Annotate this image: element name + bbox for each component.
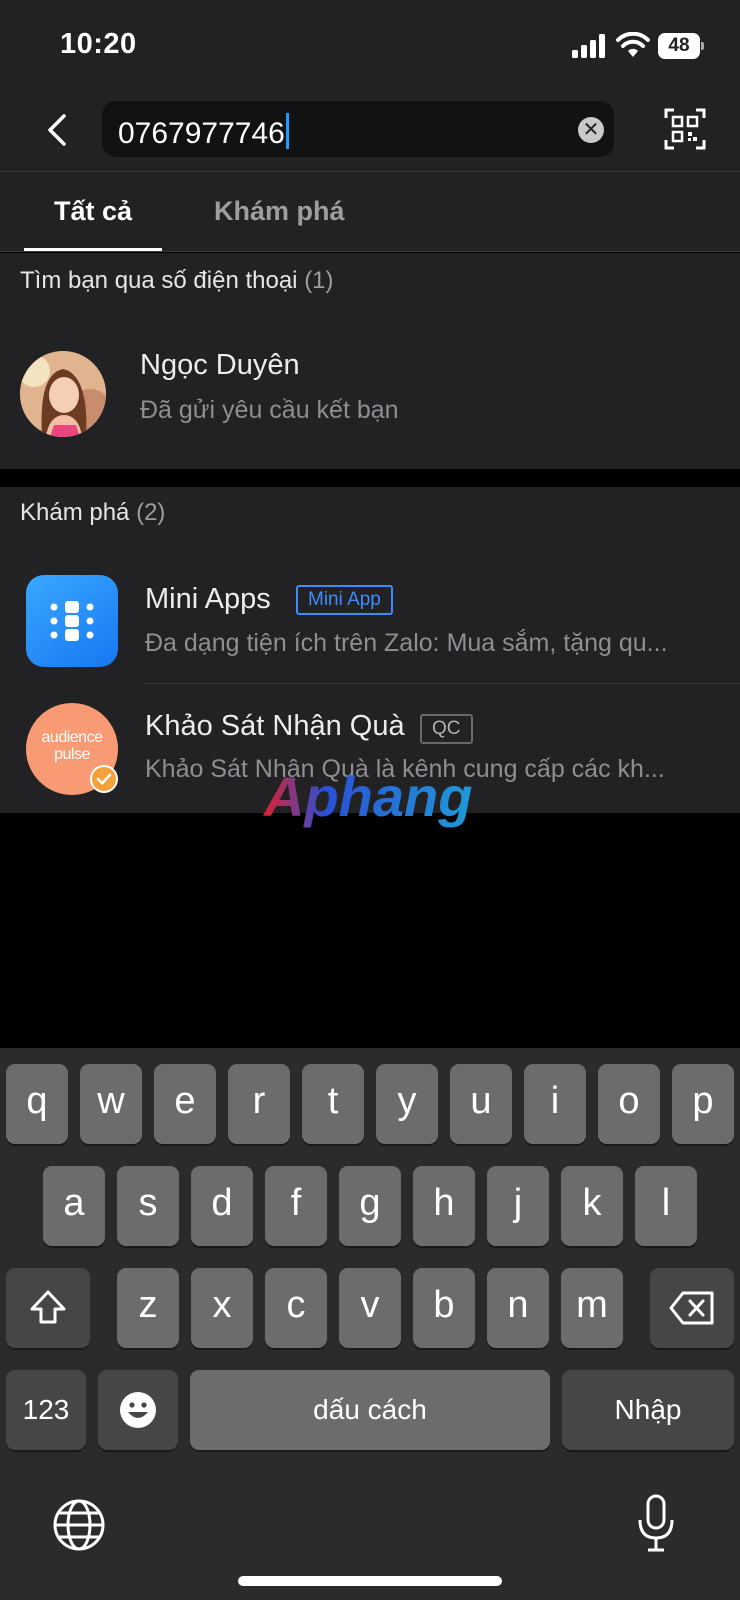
watermark-logo: Aphang [262, 768, 472, 828]
key-j[interactable]: j [487, 1166, 549, 1246]
wifi-icon [616, 32, 650, 57]
qr-scan-icon[interactable] [664, 108, 706, 150]
key-w[interactable]: w [80, 1064, 142, 1144]
key-s[interactable]: s [117, 1166, 179, 1246]
key-f[interactable]: f [265, 1166, 327, 1246]
section-count: (1) [304, 267, 334, 294]
key-x[interactable]: x [191, 1268, 253, 1348]
section-title: Khám phá (2) [20, 499, 165, 527]
tab-explore[interactable]: Khám phá [214, 196, 345, 227]
mini-app-tag: Mini App [296, 585, 393, 615]
key-h[interactable]: h [413, 1166, 475, 1246]
cellular-signal-icon [572, 34, 605, 58]
key-u[interactable]: u [450, 1064, 512, 1144]
key-a[interactable]: a [43, 1166, 105, 1246]
section-title: Tìm bạn qua số điện thoại (1) [20, 267, 334, 295]
return-key[interactable]: Nhập [562, 1370, 734, 1450]
key-z[interactable]: z [117, 1268, 179, 1348]
globe-icon[interactable] [52, 1498, 106, 1552]
search-input-value: 0767977746 [118, 117, 285, 150]
key-e[interactable]: e [154, 1064, 216, 1144]
status-time: 10:20 [60, 28, 137, 60]
status-bar: 10:20 48 [0, 0, 740, 90]
search-input[interactable]: 0767977746 ✕ [102, 101, 614, 157]
avatar-photo-image [20, 351, 106, 437]
mini-apps-name: Mini Apps [145, 583, 271, 615]
key-r[interactable]: r [228, 1064, 290, 1144]
key-p[interactable]: p [672, 1064, 734, 1144]
backspace-key[interactable] [650, 1268, 734, 1348]
section-title-text: Tìm bạn qua số điện thoại [20, 267, 298, 294]
numbers-key[interactable]: 123 [6, 1370, 86, 1450]
logo-text-line-1: audience [41, 729, 103, 746]
section-title-text: Khám phá [20, 499, 130, 526]
mini-apps-description: Đa dạng tiện ích trên Zalo: Mua sắm, tặn… [145, 629, 668, 657]
tab-bar: Tất cả Khám phá [0, 172, 740, 252]
key-i[interactable]: i [524, 1064, 586, 1144]
logo-text-line-2: pulse [54, 746, 90, 763]
active-tab-indicator [24, 248, 162, 251]
home-indicator [238, 1576, 502, 1586]
emoji-icon [120, 1392, 156, 1428]
key-d[interactable]: d [191, 1166, 253, 1246]
back-icon[interactable] [38, 108, 78, 152]
key-q[interactable]: q [6, 1064, 68, 1144]
verified-badge-icon [90, 765, 118, 793]
key-n[interactable]: n [487, 1268, 549, 1348]
text-caret [285, 113, 289, 149]
shift-icon [30, 1290, 66, 1324]
avatar[interactable] [20, 351, 106, 437]
backspace-icon [669, 1291, 714, 1325]
key-g[interactable]: g [339, 1166, 401, 1246]
clear-icon[interactable]: ✕ [578, 117, 604, 143]
shift-key[interactable] [6, 1268, 90, 1348]
key-t[interactable]: t [302, 1064, 364, 1144]
onscreen-keyboard: q w e r t y u i o p a s d f g h j k l z … [0, 1048, 740, 1600]
tab-all[interactable]: Tất cả [54, 196, 132, 227]
key-l[interactable]: l [635, 1166, 697, 1246]
row-divider [144, 683, 740, 684]
friend-request-status: Đã gửi yêu cầu kết bạn [140, 396, 399, 424]
key-k[interactable]: k [561, 1166, 623, 1246]
section-count: (2) [136, 499, 166, 526]
key-b[interactable]: b [413, 1268, 475, 1348]
explore-section: Khám phá (2) Mini Apps Mini App Đa dạng … [0, 487, 740, 813]
svg-text:Aphang: Aphang [262, 768, 472, 828]
survey-account-name: Khảo Sát Nhận Quà [145, 710, 405, 742]
mini-apps-grid-icon [26, 575, 118, 667]
battery-tip [701, 42, 704, 50]
ad-tag: QC [420, 714, 473, 744]
key-c[interactable]: c [265, 1268, 327, 1348]
battery-indicator: 48 [658, 33, 704, 59]
phone-search-section: Tìm bạn qua số điện thoại (1) Ngọc Duyên… [0, 253, 740, 469]
battery-level: 48 [658, 33, 700, 59]
key-v[interactable]: v [339, 1268, 401, 1348]
microphone-icon[interactable] [636, 1494, 676, 1554]
key-y[interactable]: y [376, 1064, 438, 1144]
audience-pulse-logo: audience pulse [26, 703, 118, 795]
emoji-key[interactable] [98, 1370, 178, 1450]
key-o[interactable]: o [598, 1064, 660, 1144]
search-header: 0767977746 ✕ [0, 90, 740, 172]
space-key[interactable]: dấu cách [190, 1370, 550, 1450]
contact-name: Ngọc Duyên [140, 349, 300, 381]
key-m[interactable]: m [561, 1268, 623, 1348]
